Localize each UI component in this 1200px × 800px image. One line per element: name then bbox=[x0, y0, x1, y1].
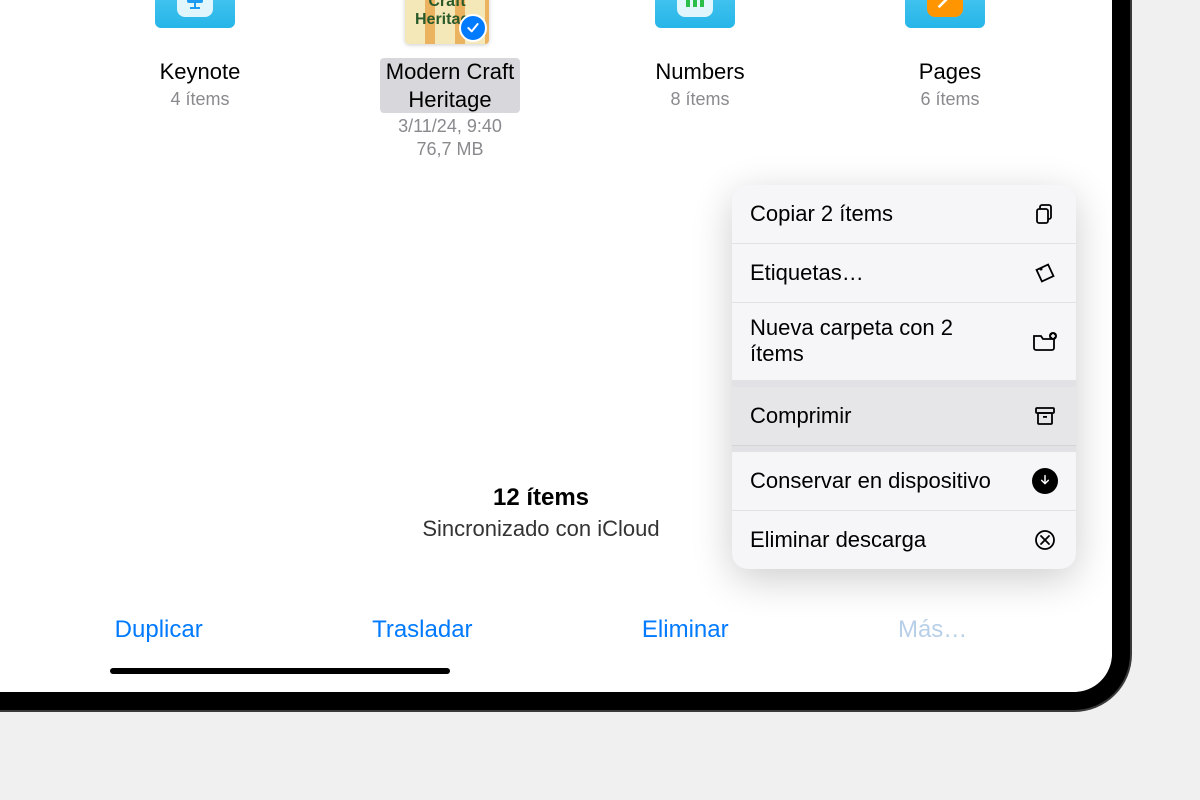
folder-icon bbox=[155, 0, 245, 50]
file-item-numbers[interactable]: Numbers 8 ítems bbox=[630, 0, 770, 111]
selection-checkmark-icon bbox=[459, 14, 487, 42]
file-item-keynote[interactable]: Keynote 4 ítems bbox=[130, 0, 270, 111]
copy-icon bbox=[1032, 201, 1058, 227]
folder-plus-icon bbox=[1032, 328, 1058, 354]
more-button[interactable]: Más… bbox=[898, 616, 967, 644]
folder-icon bbox=[905, 0, 995, 50]
menu-label: Etiquetas… bbox=[750, 260, 864, 286]
menu-compress[interactable]: Comprimir bbox=[732, 381, 1076, 446]
home-indicator bbox=[110, 668, 450, 674]
menu-label: Eliminar descarga bbox=[750, 527, 926, 553]
move-button[interactable]: Trasladar bbox=[372, 616, 472, 644]
menu-keep-on-device[interactable]: Conservar en dispositivo bbox=[732, 446, 1076, 511]
bottom-toolbar: Duplicar Trasladar Eliminar Más… bbox=[0, 616, 1112, 644]
menu-label: Conservar en dispositivo bbox=[750, 468, 991, 494]
file-name: Pages bbox=[919, 58, 981, 86]
file-item-pages[interactable]: Pages 6 ítems bbox=[880, 0, 1020, 111]
pages-icon bbox=[927, 0, 963, 17]
context-menu: Copiar 2 ítems Etiquetas… Nueva carpeta … bbox=[732, 185, 1076, 569]
menu-copy[interactable]: Copiar 2 ítems bbox=[732, 185, 1076, 244]
tag-icon bbox=[1032, 260, 1058, 286]
file-meta: 4 ítems bbox=[170, 88, 229, 111]
menu-label: Copiar 2 ítems bbox=[750, 201, 893, 227]
file-name: Numbers bbox=[655, 58, 744, 86]
numbers-icon bbox=[677, 0, 713, 17]
archive-icon bbox=[1032, 403, 1058, 429]
duplicate-button[interactable]: Duplicar bbox=[115, 616, 203, 644]
menu-label: Nueva carpeta con 2 ítems bbox=[750, 315, 990, 368]
file-date: 3/11/24, 9:40 bbox=[398, 115, 502, 138]
file-size: 76,7 MB bbox=[416, 138, 483, 161]
file-meta: 6 ítems bbox=[920, 88, 979, 111]
file-grid: as Keynote 4 ítems bbox=[0, 0, 1112, 189]
remove-icon bbox=[1032, 527, 1058, 553]
menu-new-folder[interactable]: Nueva carpeta con 2 ítems bbox=[732, 303, 1076, 381]
device-frame: as Keynote 4 ítems bbox=[0, 0, 1130, 710]
folder-icon bbox=[655, 0, 745, 50]
file-item-modern-craft[interactable]: Modern Craft Heritage Modern Craft Herit… bbox=[380, 0, 520, 162]
file-item[interactable]: as bbox=[0, 0, 20, 88]
download-icon bbox=[1032, 468, 1058, 494]
keynote-icon bbox=[177, 0, 213, 17]
menu-tags[interactable]: Etiquetas… bbox=[732, 244, 1076, 303]
menu-remove-download[interactable]: Eliminar descarga bbox=[732, 511, 1076, 569]
file-name: Keynote bbox=[160, 58, 241, 86]
file-name: Modern Craft Heritage bbox=[380, 58, 520, 113]
file-meta: 8 ítems bbox=[670, 88, 729, 111]
files-content: as Keynote 4 ítems bbox=[0, 0, 1112, 692]
delete-button[interactable]: Eliminar bbox=[642, 616, 729, 644]
file-thumbnail: Modern Craft Heritage bbox=[405, 0, 495, 50]
menu-label: Comprimir bbox=[750, 403, 851, 429]
